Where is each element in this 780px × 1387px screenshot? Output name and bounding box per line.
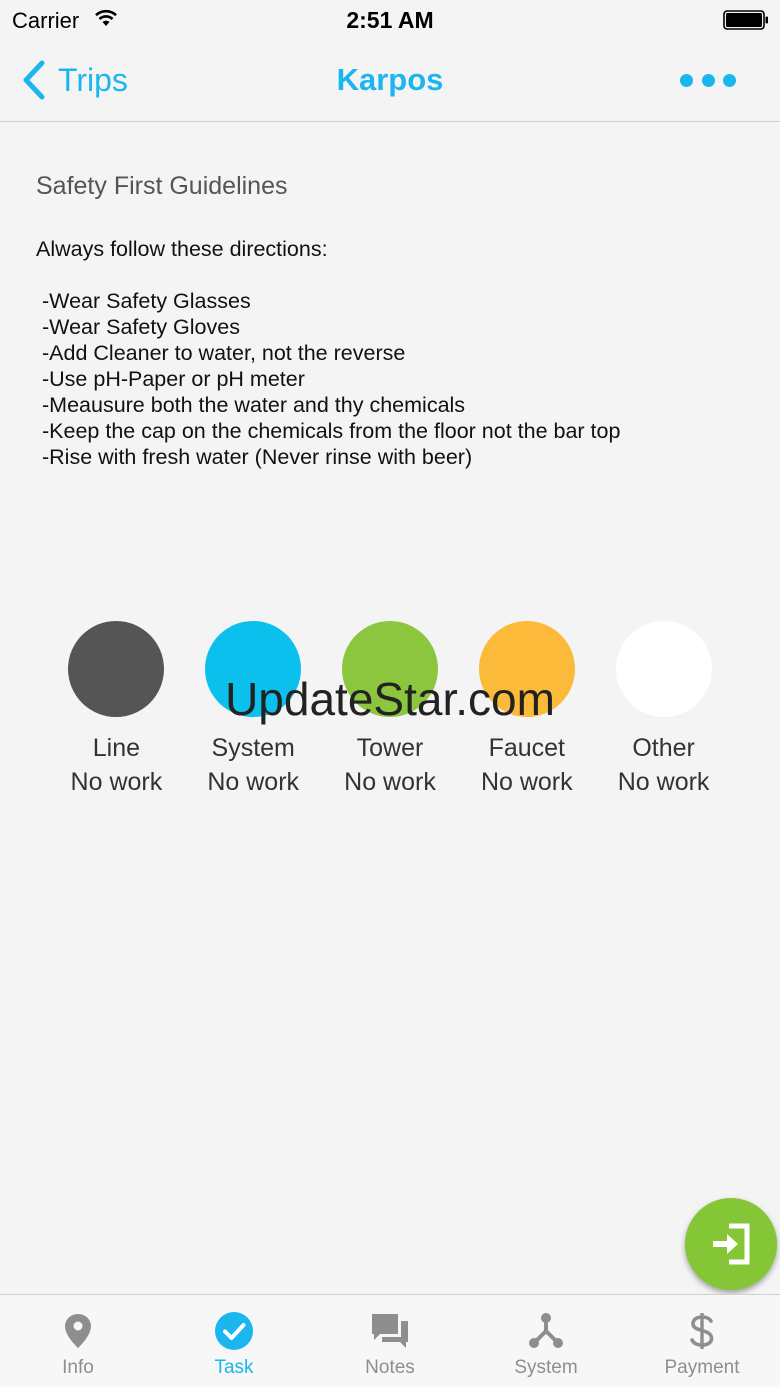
tab-notes[interactable]: Notes (312, 1295, 468, 1387)
tab-system-label: System (514, 1357, 578, 1378)
navigation-bar: Trips Karpos (0, 40, 780, 122)
more-dot-icon (680, 73, 693, 87)
tab-info[interactable]: Info (0, 1295, 156, 1387)
tab-payment[interactable]: Payment (624, 1295, 780, 1387)
back-button-label: Trips (58, 61, 128, 98)
guidelines-title: Safety First Guidelines (36, 172, 288, 200)
category-status: No work (70, 768, 163, 796)
guideline-item: -Use pH-Paper or pH meter (42, 367, 305, 391)
category-status: No work (344, 768, 436, 796)
category-tower-circle (341, 621, 438, 717)
tab-notes-label: Notes (365, 1357, 415, 1378)
more-dot-icon (723, 73, 736, 87)
guideline-item: -Wear Safety Gloves (42, 315, 240, 339)
back-button[interactable]: Trips (20, 58, 128, 102)
category-faucet-circle (478, 621, 575, 717)
sign-in-button[interactable] (685, 1198, 777, 1290)
category-system-circle (205, 621, 302, 717)
category-status: No work (617, 768, 710, 796)
category-line-circle (68, 621, 165, 717)
battery-icon (723, 10, 768, 30)
category-name: Faucet (488, 734, 565, 762)
tab-task-label: Task (214, 1357, 254, 1378)
category-status: No work (480, 768, 573, 796)
category-name: Tower (356, 734, 424, 762)
category-name: System (211, 734, 295, 762)
more-dot-icon (701, 73, 715, 87)
category-name: Line (92, 734, 141, 762)
tab-system[interactable]: System (468, 1295, 624, 1387)
category-faucet[interactable]: Faucet No work (458, 621, 595, 799)
guidelines-list: -Wear Safety Glasses -Wear Safety Gloves… (36, 288, 620, 470)
category-other-circle (615, 621, 712, 717)
map-pin-icon (65, 1314, 91, 1348)
status-time: 2:51 AM (346, 7, 434, 33)
guideline-item: -Rise with fresh water (Never rinse with… (42, 445, 473, 469)
category-system[interactable]: System No work (185, 621, 322, 799)
sign-in-icon (713, 1223, 750, 1265)
dollar-icon (690, 1313, 714, 1349)
category-other[interactable]: Other No work (595, 621, 732, 799)
tab-task[interactable]: Task (156, 1295, 312, 1387)
category-status: No work (207, 768, 300, 796)
status-bar: Carrier 2:51 AM (0, 0, 780, 40)
tab-info-label: Info (62, 1357, 94, 1378)
tab-payment-label: Payment (664, 1357, 740, 1378)
guideline-item: -Add Cleaner to water, not the reverse (42, 341, 406, 365)
network-icon (529, 1313, 563, 1348)
tab-bar: Info Task Notes System Payment (0, 1294, 780, 1387)
guidelines-intro: Always follow these directions: (36, 237, 328, 261)
category-selector: Line No work System No work Tower No wor… (48, 621, 732, 799)
chat-bubbles-icon (372, 1314, 408, 1348)
category-name: Other (632, 734, 695, 762)
category-line[interactable]: Line No work (48, 621, 185, 799)
guideline-item: -Keep the cap on the chemicals from the … (42, 419, 621, 443)
guideline-item: -Wear Safety Glasses (42, 289, 251, 313)
guidelines-body: Always follow these directions: -Wear Sa… (36, 236, 620, 470)
category-tower[interactable]: Tower No work (322, 621, 459, 799)
chevron-left-icon (23, 60, 45, 100)
guideline-item: -Meausure both the water and thy chemica… (42, 393, 466, 417)
check-circle-icon (215, 1312, 253, 1350)
more-options-button[interactable] (680, 68, 736, 92)
